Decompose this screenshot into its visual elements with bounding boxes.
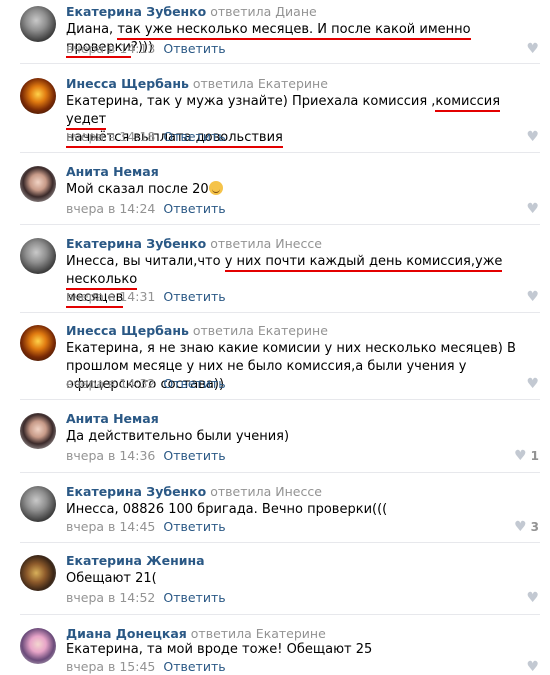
comment-timestamp[interactable]: вчера в 14:31	[66, 289, 155, 304]
author-link[interactable]: Екатерина Зубенко	[66, 484, 206, 499]
avatar[interactable]	[20, 6, 56, 42]
avatar[interactable]	[20, 413, 56, 449]
divider	[20, 63, 540, 64]
comment-header: Екатерина Зубенко ответила Инессе	[66, 484, 322, 499]
author-link[interactable]: Анита Немая	[66, 164, 159, 179]
like-button[interactable]: ♥ 1	[514, 449, 539, 463]
comment-meta: вчера в 14:52 Ответить	[66, 590, 226, 605]
comment-header: Диана Донецкая ответила Екатерине	[66, 626, 326, 641]
heart-icon: ♥	[514, 519, 527, 535]
author-link[interactable]: Екатерина Зубенко	[66, 4, 206, 19]
author-link[interactable]: Екатерина Женина	[66, 553, 205, 568]
comment-text-part: Екатерина, та мой вроде тоже! Обещают 25	[66, 642, 373, 657]
reply-button[interactable]: Ответить	[163, 129, 225, 144]
author-link[interactable]: Екатерина Зубенко	[66, 236, 206, 251]
comment-header: Инесса Щербань ответила Екатерине	[66, 323, 328, 338]
reply-button[interactable]: Ответить	[163, 448, 225, 463]
heart-icon: ♥	[514, 448, 527, 464]
heart-icon: ♥	[526, 129, 539, 145]
comment-text-part: Екатерина, так у мужа узнайте) Приехала …	[66, 94, 436, 109]
reply-to-link[interactable]: ответила Екатерине	[191, 626, 326, 641]
comment-text: Мой сказал после 20	[66, 181, 540, 199]
author-link[interactable]: Анита Немая	[66, 411, 159, 426]
comment-meta: вчера в 14:45 Ответить	[66, 519, 226, 534]
comment-timestamp[interactable]: вчера в 14:24	[66, 201, 155, 216]
author-link[interactable]: Инесса Щербань	[66, 76, 189, 91]
smile-emoji-icon	[208, 181, 223, 195]
reply-button[interactable]: Ответить	[163, 590, 225, 605]
reply-button[interactable]: Ответить	[163, 41, 225, 56]
comment-timestamp[interactable]: вчера в 14:52	[66, 590, 155, 605]
comment-text-part: Мой сказал после 20	[66, 182, 209, 197]
comment-timestamp[interactable]: вчера в 14:32	[66, 376, 155, 391]
comment-header: Екатерина Зубенко ответила Инессе	[66, 236, 322, 251]
comment-text: Да действительно были учения)	[66, 428, 540, 446]
comment-header: Анита Немая	[66, 411, 159, 426]
heart-icon: ♥	[526, 41, 539, 57]
divider	[20, 152, 540, 153]
like-button[interactable]: ♥	[526, 377, 539, 391]
reply-to-link[interactable]: ответила Екатерине	[193, 76, 328, 91]
comment-header: Анита Немая	[66, 164, 159, 179]
comment-text-part: Инесса, вы читали,что	[66, 254, 225, 269]
comment-meta: вчера в 14:13 Ответить	[66, 41, 226, 56]
comment-text-part: Диана,	[66, 22, 118, 37]
divider	[20, 542, 540, 543]
comment-text-part: Обещают 21(	[66, 571, 157, 586]
comment-timestamp[interactable]: вчера в 14:18	[66, 129, 155, 144]
comment-text: Инесса, 08826 100 бригада. Вечно проверк…	[66, 501, 540, 519]
like-button[interactable]: ♥	[526, 202, 539, 216]
reply-to-link[interactable]: ответила Инессе	[210, 236, 322, 251]
avatar[interactable]	[20, 166, 56, 202]
reply-to-link[interactable]: ответила Диане	[210, 4, 316, 19]
reply-button[interactable]: Ответить	[163, 201, 225, 216]
reply-button[interactable]: Ответить	[163, 519, 225, 534]
like-button[interactable]: ♥ 3	[514, 520, 539, 534]
like-button[interactable]: ♥	[526, 42, 539, 56]
like-button[interactable]: ♥	[526, 591, 539, 605]
divider	[20, 224, 540, 225]
divider	[20, 614, 540, 615]
avatar[interactable]	[20, 486, 56, 522]
comment-text-part: Да действительно были учения)	[66, 429, 290, 444]
comment-text: Обещают 21(	[66, 570, 540, 588]
avatar[interactable]	[20, 238, 56, 274]
comment-meta: вчера в 14:24 Ответить	[66, 201, 226, 216]
author-link[interactable]: Диана Донецкая	[66, 626, 187, 641]
divider	[20, 312, 540, 313]
comment-timestamp[interactable]: вчера в 14:36	[66, 448, 155, 463]
avatar[interactable]	[20, 78, 56, 114]
reply-to-link[interactable]: ответила Инессе	[210, 484, 322, 499]
reply-button[interactable]: Ответить	[163, 376, 225, 391]
comment-meta: вчера в 14:18 Ответить	[66, 129, 226, 144]
comment-meta: вчера в 14:31 Ответить	[66, 289, 226, 304]
avatar[interactable]	[20, 325, 56, 361]
heart-icon: ♥	[526, 590, 539, 606]
heart-icon: ♥	[526, 376, 539, 392]
heart-icon: ♥	[526, 289, 539, 305]
comment-text: Екатерина, та мой вроде тоже! Обещают 25	[66, 641, 540, 659]
like-count: 3	[530, 520, 539, 534]
comment-timestamp[interactable]: вчера в 14:13	[66, 41, 155, 56]
like-button[interactable]: ♥	[526, 130, 539, 144]
like-count: 1	[530, 449, 539, 463]
comment-meta: вчера в 14:32 Ответить	[66, 376, 226, 391]
like-button[interactable]: ♥	[526, 290, 539, 304]
comment-header: Екатерина Зубенко ответила Диане	[66, 4, 317, 19]
comment-timestamp[interactable]: вчера в 14:45	[66, 519, 155, 534]
divider	[20, 472, 540, 473]
comment-header: Екатерина Женина	[66, 553, 205, 568]
author-link[interactable]: Инесса Щербань	[66, 323, 189, 338]
comment-text-part: Инесса, 08826 100 бригада. Вечно проверк…	[66, 502, 388, 517]
reply-to-link[interactable]: ответила Екатерине	[193, 323, 328, 338]
comment-header: Инесса Щербань ответила Екатерине	[66, 76, 328, 91]
avatar[interactable]	[20, 628, 56, 664]
reply-button[interactable]: Ответить	[163, 289, 225, 304]
avatar[interactable]	[20, 555, 56, 591]
divider	[20, 399, 540, 400]
heart-icon: ♥	[526, 201, 539, 217]
comment-meta: вчера в 14:36 Ответить	[66, 448, 226, 463]
